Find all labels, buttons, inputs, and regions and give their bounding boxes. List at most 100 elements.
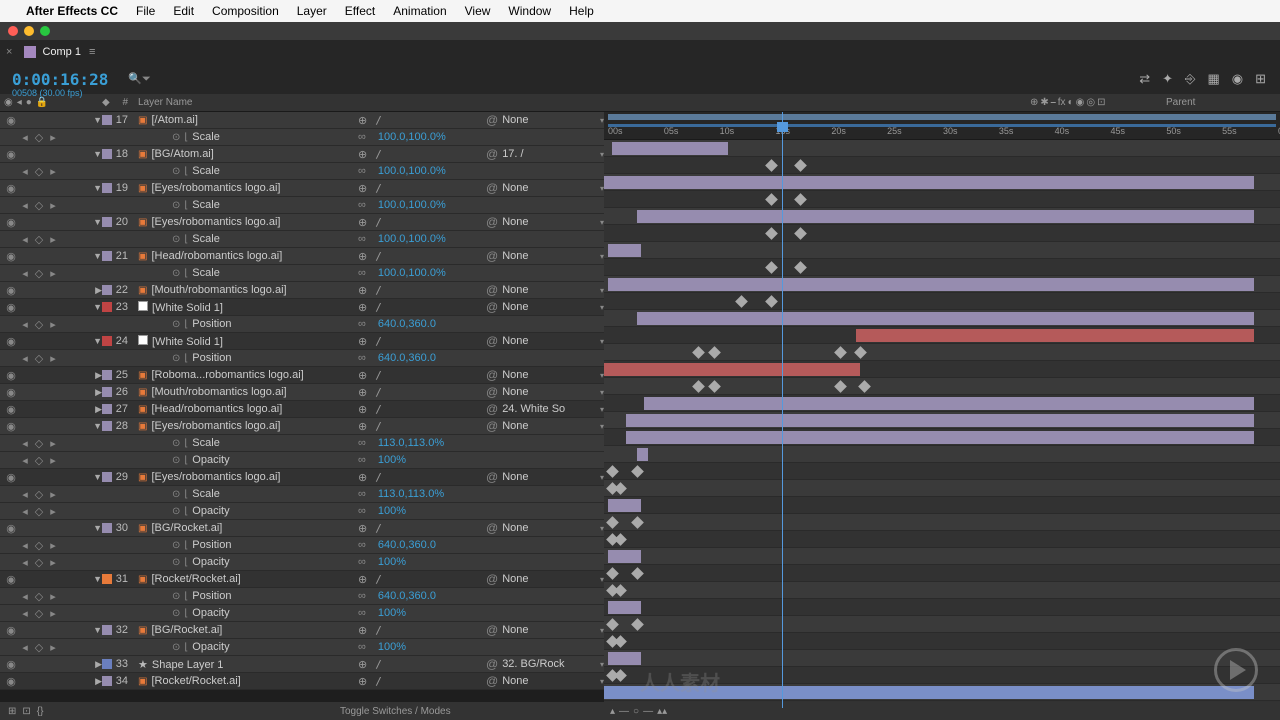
footer-icon1[interactable]: ⊞	[8, 706, 16, 717]
comp-flowchart-icon[interactable]: ⇄	[1139, 71, 1150, 87]
menu-help[interactable]: Help	[569, 4, 594, 18]
nav-zoom-slider[interactable]: ○	[633, 706, 639, 717]
kf-nav-prev[interactable]: ◂	[18, 233, 32, 246]
kf-add[interactable]: ◇	[32, 539, 46, 552]
sw-transform[interactable]: /	[375, 573, 382, 586]
timeline-row[interactable]	[604, 174, 1280, 191]
parent-value[interactable]: None	[502, 386, 596, 398]
keyframe[interactable]	[858, 380, 871, 393]
stopwatch-icon[interactable]: ⊙	[172, 132, 180, 143]
frameblend-icon[interactable]: ▦	[1207, 71, 1219, 87]
pickwhip-icon[interactable]: @	[486, 113, 498, 127]
app-name[interactable]: After Effects CC	[26, 4, 118, 18]
keyframe[interactable]	[631, 465, 644, 478]
sw-shy[interactable]: ⊕	[358, 386, 367, 399]
property-name[interactable]: ⊙⌊Scale	[132, 165, 354, 177]
sw-transform[interactable]: /	[375, 250, 382, 263]
layer-bar[interactable]	[644, 397, 1254, 410]
timeline-row[interactable]	[604, 225, 1280, 242]
layer-row[interactable]: ◉ ▶ 25 ▣[Roboma...robomantics logo.ai] ⊕…	[0, 367, 604, 384]
stopwatch-icon[interactable]: ⊙	[172, 557, 180, 568]
link-icon[interactable]: ∞	[358, 267, 366, 279]
label-color[interactable]	[102, 659, 112, 669]
timeline-row[interactable]	[604, 140, 1280, 157]
layer-bar[interactable]	[604, 363, 860, 376]
label-color[interactable]	[102, 251, 112, 261]
stopwatch-icon[interactable]: ⊙	[172, 591, 180, 602]
kf-nav-next[interactable]: ▸	[46, 539, 60, 552]
timeline-row[interactable]	[604, 429, 1280, 446]
timeline-row[interactable]	[604, 514, 1280, 531]
timeline-row[interactable]	[604, 497, 1280, 514]
pickwhip-icon[interactable]: @	[486, 249, 498, 263]
col-solo-icon[interactable]: ●	[26, 97, 32, 108]
kf-nav-prev[interactable]: ◂	[18, 352, 32, 365]
layer-name[interactable]: ★Shape Layer 1	[132, 658, 354, 671]
property-value[interactable]: 100%	[378, 641, 406, 653]
property-name[interactable]: ⊙⌊Opacity	[132, 454, 354, 466]
link-icon[interactable]: ∞	[358, 131, 366, 143]
col-video-icon[interactable]: ◉	[4, 97, 13, 108]
eye-icon[interactable]: ◉	[4, 573, 18, 586]
timeline-row[interactable]	[604, 378, 1280, 395]
twirl-icon[interactable]: ▼	[93, 574, 102, 584]
eye-icon[interactable]: ◉	[4, 182, 18, 195]
layer-row[interactable]: ◉ ▶ 22 ▣[Mouth/robomantics logo.ai] ⊕/ @…	[0, 282, 604, 299]
eye-icon[interactable]: ◉	[4, 301, 18, 314]
kf-add[interactable]: ◇	[32, 131, 46, 144]
kf-add[interactable]: ◇	[32, 556, 46, 569]
pickwhip-icon[interactable]: @	[486, 419, 498, 433]
sw-shy[interactable]: ⊕	[358, 369, 367, 382]
sw-shy[interactable]: ⊕	[358, 284, 367, 297]
layer-row[interactable]: ◉ ▼ 31 ▣[Rocket/Rocket.ai] ⊕/ @None▾	[0, 571, 604, 588]
keyframe[interactable]	[614, 584, 627, 597]
layer-bar[interactable]	[626, 431, 1254, 444]
stopwatch-icon[interactable]: ⊙	[172, 642, 180, 653]
eye-icon[interactable]: ◉	[4, 658, 18, 671]
pickwhip-icon[interactable]: @	[486, 623, 498, 637]
keyframe[interactable]	[692, 346, 705, 359]
twirl-icon[interactable]: ▶	[95, 659, 102, 670]
sw-transform[interactable]: /	[375, 114, 382, 127]
property-name[interactable]: ⊙⌊Scale	[132, 233, 354, 245]
sw-shy[interactable]: ⊕	[358, 250, 367, 263]
timeline-row[interactable]	[604, 412, 1280, 429]
layer-row[interactable]: ◉ ▼ 21 ▣[Head/robomantics logo.ai] ⊕/ @N…	[0, 248, 604, 265]
keyframe[interactable]	[854, 346, 867, 359]
property-value[interactable]: 100.0,100.0%	[378, 267, 446, 279]
parent-value[interactable]: 32. BG/Rock	[502, 658, 596, 670]
window-close[interactable]	[8, 26, 18, 36]
kf-nav-next[interactable]: ▸	[46, 556, 60, 569]
kf-nav-next[interactable]: ▸	[46, 131, 60, 144]
timeline-row[interactable]	[604, 191, 1280, 208]
keyframe[interactable]	[606, 516, 619, 529]
col-sw2[interactable]: ✱	[1040, 97, 1048, 108]
layer-bar[interactable]	[626, 414, 1254, 427]
property-name[interactable]: ⊙⌊Opacity	[132, 556, 354, 568]
property-row[interactable]: ◂◇▸ ⊙⌊Scale ∞100.0,100.0%	[0, 265, 604, 282]
layer-row[interactable]: ◉ ▼ 18 ▣[BG/Atom.ai] ⊕/ @17. / ▾	[0, 146, 604, 163]
label-color[interactable]	[102, 149, 112, 159]
property-row[interactable]: ◂◇▸ ⊙⌊Position ∞640.0,360.0	[0, 537, 604, 554]
sw-shy[interactable]: ⊕	[358, 301, 367, 314]
stopwatch-icon[interactable]: ⊙	[172, 200, 180, 211]
eye-icon[interactable]: ◉	[4, 522, 18, 535]
kf-nav-next[interactable]: ▸	[46, 199, 60, 212]
sw-shy[interactable]: ⊕	[358, 182, 367, 195]
layer-row[interactable]: ◉ ▼ 32 ▣[BG/Rocket.ai] ⊕/ @None▾	[0, 622, 604, 639]
property-row[interactable]: ◂◇▸ ⊙⌊Scale ∞100.0,100.0%	[0, 197, 604, 214]
tab-close[interactable]: ×	[0, 46, 18, 58]
timeline-row[interactable]	[604, 242, 1280, 259]
stopwatch-icon[interactable]: ⊙	[172, 166, 180, 177]
sw-shy[interactable]: ⊕	[358, 335, 367, 348]
kf-nav-prev[interactable]: ◂	[18, 539, 32, 552]
property-value[interactable]: 640.0,360.0	[378, 539, 436, 551]
layer-row[interactable]: ◉ ▼ 28 ▣[Eyes/robomantics logo.ai] ⊕/ @N…	[0, 418, 604, 435]
keyframe[interactable]	[794, 159, 807, 172]
sw-shy[interactable]: ⊕	[358, 522, 367, 535]
timeline-row[interactable]	[604, 259, 1280, 276]
property-name[interactable]: ⊙⌊Position	[132, 539, 354, 551]
layer-row[interactable]: ◉ ▼ 30 ▣[BG/Rocket.ai] ⊕/ @None▾	[0, 520, 604, 537]
pickwhip-icon[interactable]: @	[486, 300, 498, 314]
eye-icon[interactable]: ◉	[4, 624, 18, 637]
